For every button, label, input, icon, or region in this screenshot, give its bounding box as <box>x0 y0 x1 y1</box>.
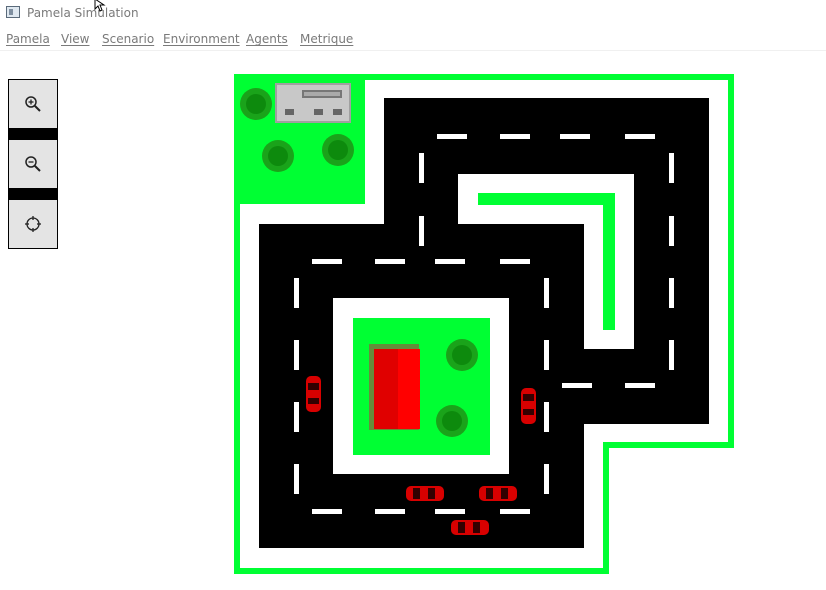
road-network <box>259 98 709 548</box>
zoom-in-icon <box>25 96 41 112</box>
park-top-left <box>240 80 365 204</box>
title-bar: Pamela Simulation <box>0 0 826 28</box>
car-icon[interactable] <box>479 486 517 501</box>
tree-icon <box>322 134 354 166</box>
car-icon[interactable] <box>306 376 321 412</box>
building-icon <box>369 344 420 430</box>
map-sidewalk <box>240 80 728 568</box>
car-icon[interactable] <box>521 388 536 424</box>
lane-markings <box>294 134 674 514</box>
central-park <box>353 318 490 455</box>
window-title: Pamela Simulation <box>27 6 139 20</box>
inner-sidewalk-upper <box>458 174 634 349</box>
mouse-cursor-icon <box>94 0 106 12</box>
map-grass-border <box>234 74 734 574</box>
menu-scenario[interactable]: Scenario <box>102 32 154 46</box>
zoom-out-icon <box>25 156 41 172</box>
car-icon[interactable] <box>406 486 444 501</box>
tree-icon <box>240 88 272 120</box>
tree-icon <box>262 140 294 172</box>
view-toolbar <box>8 79 58 249</box>
tree-icon <box>446 339 478 371</box>
menu-bar: Pamela View Scenario Environment Agents … <box>0 28 826 51</box>
inner-block-lower <box>333 298 509 474</box>
menu-agents[interactable]: Agents <box>246 32 288 46</box>
center-view-button[interactable] <box>9 200 57 248</box>
menu-view[interactable]: View <box>61 32 89 46</box>
simulation-map[interactable] <box>0 0 826 590</box>
menu-pamela[interactable]: Pamela <box>6 32 50 46</box>
crosshair-icon <box>25 216 41 232</box>
parking-lot <box>275 83 351 123</box>
app-icon <box>6 6 20 18</box>
zoom-in-button[interactable] <box>9 80 57 128</box>
menu-environment[interactable]: Environment <box>163 32 240 46</box>
menu-metrique[interactable]: Metrique <box>300 32 353 46</box>
zoom-out-button[interactable] <box>9 140 57 188</box>
car-icon[interactable] <box>451 520 489 535</box>
tree-icon <box>436 405 468 437</box>
grass-strip <box>478 193 615 330</box>
